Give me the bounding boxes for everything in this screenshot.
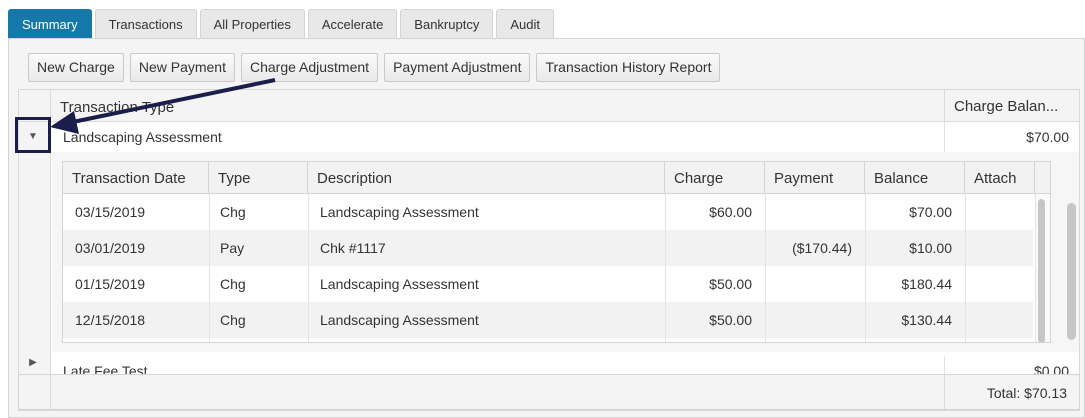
column-header-description[interactable]: Description: [308, 162, 665, 194]
detail-header: Transaction Date Type Description Charge…: [63, 162, 1050, 194]
tab-transactions[interactable]: Transactions: [94, 9, 197, 39]
detail-scrollbar-thumb[interactable]: [1038, 199, 1045, 342]
cell-description: Landscaping Assessment: [320, 276, 479, 292]
detail-grid: Transaction Date Type Description Charge…: [62, 161, 1051, 343]
payment-adjustment-button[interactable]: Payment Adjustment: [384, 53, 531, 82]
column-divider: [209, 194, 210, 342]
column-divider: [665, 194, 666, 342]
column-divider: [765, 194, 766, 342]
cell-type: Chg: [220, 276, 246, 292]
cell-balance: $130.44: [901, 312, 952, 328]
column-header-type[interactable]: Type: [209, 162, 308, 194]
tab-bar: Summary Transactions All Properties Acce…: [8, 9, 554, 39]
new-payment-button[interactable]: New Payment: [129, 53, 235, 82]
cell-charge: $60.00: [709, 204, 752, 220]
column-header-attach[interactable]: Attach: [965, 162, 1035, 194]
cell-balance: $10.00: [909, 240, 952, 256]
column-header-balance[interactable]: Balance: [865, 162, 965, 194]
grid-total: Total: $70.13: [944, 375, 1080, 409]
column-header-payment[interactable]: Payment: [765, 162, 865, 194]
group-name: Landscaping Assessment: [63, 129, 222, 145]
toolbar: New Charge New Payment Charge Adjustment…: [28, 53, 721, 82]
transaction-history-report-button[interactable]: Transaction History Report: [536, 53, 721, 82]
column-header-transaction-date[interactable]: Transaction Date: [63, 162, 209, 194]
cell-balance: $180.44: [901, 276, 952, 292]
caret-right-icon[interactable]: ▶: [15, 356, 51, 370]
cell-type: Pay: [220, 240, 245, 256]
cell-description: Chk #1117: [320, 240, 386, 256]
column-header-charge-balance[interactable]: Charge Balan...: [944, 90, 1079, 122]
cell-charge: [665, 230, 752, 266]
summary-panel: New Charge New Payment Charge Adjustment…: [8, 38, 1085, 418]
cell-description: Landscaping Assessment: [320, 312, 479, 328]
cell-type: Chg: [220, 312, 246, 328]
cell-date: 01/15/2019: [75, 276, 146, 292]
cell-type: Chg: [220, 204, 246, 220]
column-header-transaction-type[interactable]: Transaction Type: [60, 99, 174, 116]
transaction-grid: Transaction Type Charge Balan... Landsca…: [18, 89, 1080, 411]
tab-audit[interactable]: Audit: [496, 9, 554, 39]
column-divider: [865, 194, 866, 342]
tab-accelerate[interactable]: Accelerate: [307, 9, 398, 39]
grid-footer: Total: $70.13: [18, 374, 1080, 410]
charge-adjustment-button[interactable]: Charge Adjustment: [240, 53, 379, 82]
cell-payment: [765, 194, 852, 230]
group-balance: $70.00: [944, 122, 1079, 152]
cell-payment: [765, 266, 852, 302]
grid-scrollbar-thumb[interactable]: [1067, 203, 1076, 340]
grid-header: Transaction Type Charge Balan...: [19, 90, 1079, 122]
tab-bankruptcy[interactable]: Bankruptcy: [400, 9, 494, 39]
cell-charge: $50.00: [709, 312, 752, 328]
tab-summary[interactable]: Summary: [8, 9, 92, 39]
cell-date: 03/15/2019: [75, 204, 146, 220]
cell-payment: [765, 302, 852, 338]
footer-gutter: [19, 375, 51, 409]
group-row-landscaping[interactable]: Landscaping Assessment $70.00: [52, 122, 1079, 152]
cell-balance: $70.00: [909, 204, 952, 220]
cell-date: 12/15/2018: [75, 312, 146, 328]
cell-charge: $50.00: [709, 276, 752, 292]
column-divider: [308, 194, 309, 342]
caret-down-icon[interactable]: ▼: [15, 117, 51, 153]
cell-description: Landscaping Assessment: [320, 204, 479, 220]
cell-date: 03/01/2019: [75, 240, 146, 256]
cell-payment: ($170.44): [792, 240, 852, 256]
group-detail: Transaction Date Type Description Charge…: [52, 152, 1079, 352]
new-charge-button[interactable]: New Charge: [28, 53, 124, 82]
tab-all-properties[interactable]: All Properties: [199, 9, 305, 39]
column-header-charge[interactable]: Charge: [665, 162, 765, 194]
column-divider: [965, 194, 966, 342]
